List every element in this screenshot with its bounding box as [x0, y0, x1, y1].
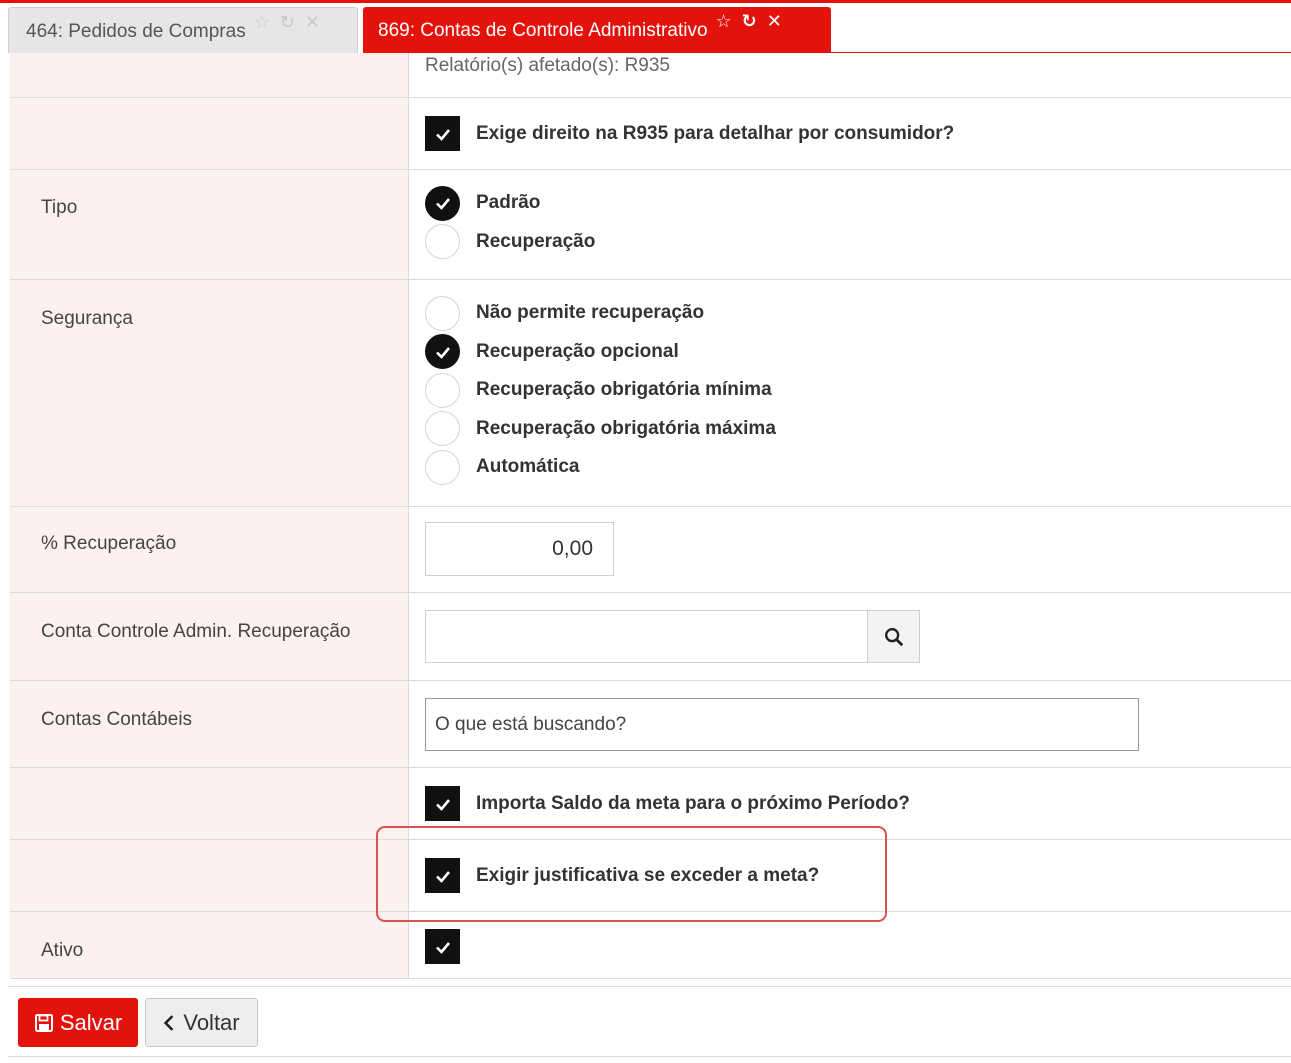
check-icon — [435, 128, 450, 141]
refresh-icon[interactable]: ↻ — [280, 12, 295, 33]
floppy-disk-icon — [34, 1013, 53, 1032]
radio-unselected[interactable] — [425, 224, 460, 260]
ativo-checkbox[interactable] — [425, 929, 460, 964]
ativo-label: Ativo — [10, 912, 409, 978]
importa-saldo-label: Importa Saldo da meta para o próximo Per… — [476, 792, 910, 814]
highlight-box — [376, 826, 887, 922]
tab-label: 464: Pedidos de Compras — [26, 21, 246, 42]
radio-selected[interactable] — [425, 334, 460, 370]
form-row-recuperacao-pct: % Recuperação 0,00 — [10, 507, 1291, 593]
footer-divider-bottom — [8, 1056, 1291, 1057]
conta-recuperacao-input[interactable] — [425, 610, 867, 663]
search-icon — [884, 627, 903, 646]
row-label — [10, 768, 409, 839]
importa-saldo-checkbox[interactable] — [425, 786, 460, 821]
back-label: Voltar — [183, 1009, 240, 1035]
recuperacao-pct-input[interactable]: 0,00 — [425, 522, 614, 576]
refresh-icon[interactable]: ↻ — [742, 11, 757, 32]
row-label — [10, 98, 409, 169]
seguranca-option-minima[interactable]: Recuperação obrigatória mínima — [425, 371, 1291, 410]
close-icon[interactable]: ✕ — [305, 12, 320, 33]
seguranca-option-nao-permite[interactable]: Não permite recuperação — [425, 294, 1291, 333]
row-label — [10, 53, 409, 97]
seguranca-option-automatica[interactable]: Automática — [425, 448, 1291, 487]
recuperacao-pct-label: % Recuperação — [10, 507, 409, 592]
check-icon — [435, 346, 450, 359]
check-icon — [435, 941, 450, 954]
seguranca-label: Segurança — [10, 280, 409, 506]
form-row-contas-contabeis: Contas Contábeis O que está buscando? — [10, 681, 1291, 768]
back-button[interactable]: Voltar — [145, 998, 258, 1047]
tipo-label: Tipo — [10, 170, 409, 279]
row-label — [10, 840, 409, 911]
star-icon[interactable]: ☆ — [716, 11, 732, 32]
lookup-search-button[interactable] — [867, 610, 920, 663]
tab-pedidos-compras[interactable]: 464: Pedidos de Compras ☆ ↻ ✕ — [8, 7, 358, 53]
form-row-affected: Relatório(s) afetado(s): R935 — [10, 53, 1291, 98]
detail-consumer-checkbox[interactable] — [425, 116, 460, 151]
save-label: Salvar — [59, 1009, 123, 1035]
radio-unselected[interactable] — [425, 411, 460, 447]
form-row-detail-consumer: Exige direito na R935 para detalhar por … — [10, 98, 1291, 170]
radio-unselected[interactable] — [425, 372, 460, 408]
affected-reports-text: Relatório(s) afetado(s): R935 — [425, 55, 670, 76]
radio-selected[interactable] — [425, 185, 460, 221]
form-row-conta-recuperacao: Conta Controle Admin. Recuperação — [10, 593, 1291, 681]
check-icon — [435, 798, 450, 811]
form-row-tipo: Tipo Padrão Recuperação — [10, 170, 1291, 280]
contas-contabeis-search-input[interactable]: O que está buscando? — [425, 698, 1139, 751]
form-row-ativo: Ativo — [10, 912, 1291, 979]
tab-contas-controle[interactable]: 869: Contas de Controle Administrativo ☆… — [363, 7, 831, 53]
contas-contabeis-label: Contas Contábeis — [10, 681, 409, 767]
tipo-option-padrao[interactable]: Padrão — [425, 184, 1291, 223]
save-button[interactable]: Salvar — [18, 998, 138, 1047]
conta-recuperacao-label: Conta Controle Admin. Recuperação — [10, 593, 409, 680]
seguranca-option-opcional[interactable]: Recuperação opcional — [425, 333, 1291, 372]
detail-consumer-label: Exige direito na R935 para detalhar por … — [476, 122, 955, 144]
check-icon — [435, 198, 450, 211]
top-accent-line — [0, 0, 1291, 3]
footer-divider — [8, 986, 1291, 987]
seguranca-option-maxima[interactable]: Recuperação obrigatória máxima — [425, 410, 1291, 449]
form-row-seguranca: Segurança Não permite recuperação Recupe… — [10, 280, 1291, 507]
close-icon[interactable]: ✕ — [767, 11, 782, 32]
radio-unselected[interactable] — [425, 449, 460, 485]
radio-unselected[interactable] — [425, 295, 460, 331]
chevron-left-icon — [164, 1014, 174, 1031]
tipo-option-recuperacao[interactable]: Recuperação — [425, 223, 1291, 262]
tab-label: 869: Contas de Controle Administrativo — [378, 20, 708, 41]
star-icon[interactable]: ☆ — [254, 12, 270, 33]
